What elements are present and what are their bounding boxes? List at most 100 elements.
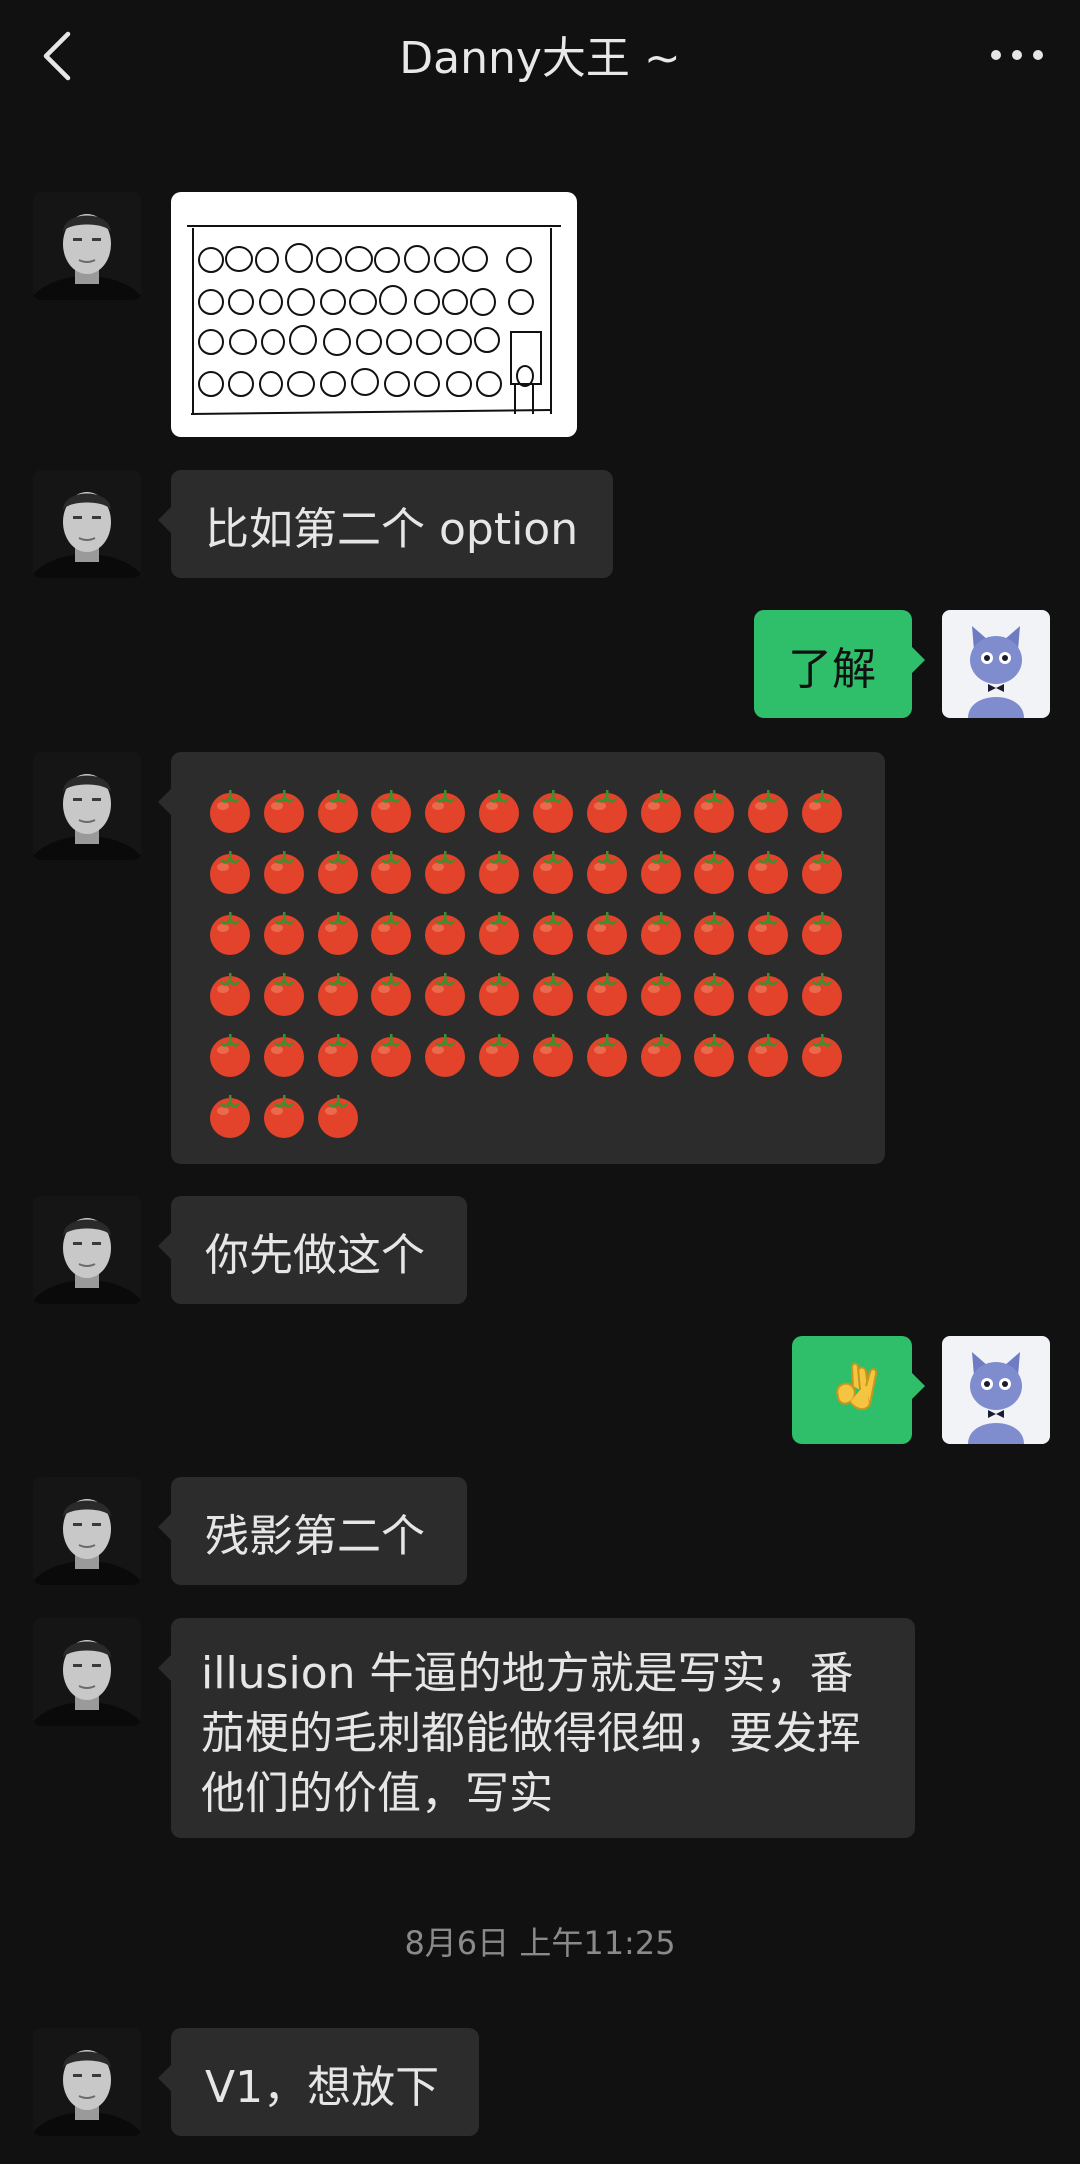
tomato-emoji xyxy=(205,908,259,962)
contact-avatar[interactable] xyxy=(33,192,141,300)
tomato-emoji xyxy=(474,969,528,1023)
tomato-emoji xyxy=(205,1091,259,1145)
tomato-emoji xyxy=(366,1030,420,1084)
tomato-emoji xyxy=(210,912,250,955)
tomato-emoji xyxy=(371,1034,412,1077)
tomato-emoji xyxy=(205,786,259,840)
tomato-emoji xyxy=(586,973,627,1016)
message-bubble-incoming[interactable]: illusion 牛逼的地方就是写实，番茄梗的毛刺都能做得很细，要发挥他们的价值… xyxy=(158,1618,915,1838)
tomato-emoji xyxy=(797,969,851,1023)
tomato-emoji xyxy=(205,847,259,901)
contact-avatar[interactable] xyxy=(33,1618,141,1726)
more-options-button[interactable] xyxy=(982,30,1052,80)
tomato-emoji xyxy=(425,790,466,833)
message-bubble-incoming[interactable]: 残影第二个 xyxy=(158,1477,467,1585)
message-text: 比如第二个 option xyxy=(205,504,579,555)
tomato-emoji xyxy=(317,790,358,833)
chat-screen: Danny大王 ~ 比如第二个 option 了解 你先做这个 残影第二个 il… xyxy=(0,0,1080,2164)
tomato-emoji xyxy=(748,973,789,1016)
tomato-emoji xyxy=(532,912,573,955)
tomato-emoji xyxy=(748,851,789,894)
tomato-emoji xyxy=(743,847,797,901)
tomato-emoji xyxy=(210,973,250,1016)
tomato-emoji xyxy=(425,973,466,1016)
sketch-image-message[interactable] xyxy=(171,192,577,437)
tomato-emoji xyxy=(313,786,367,840)
contact-avatar[interactable] xyxy=(33,752,141,860)
contact-portrait xyxy=(33,752,141,860)
tomato-emoji xyxy=(420,908,474,962)
tomato-emoji xyxy=(586,790,627,833)
tomato-emoji xyxy=(425,1034,466,1077)
tomato-emoji xyxy=(532,851,573,894)
tomato-emoji xyxy=(371,973,412,1016)
message-bubble-incoming[interactable] xyxy=(158,752,885,1164)
contact-portrait xyxy=(33,470,141,578)
tomato-emoji xyxy=(205,969,259,1023)
message-bubble-incoming[interactable]: V1，想放下 xyxy=(158,2028,479,2136)
contact-portrait xyxy=(33,1618,141,1726)
contact-avatar[interactable] xyxy=(33,1196,141,1304)
tomato-emoji xyxy=(263,973,304,1016)
tomato-emoji xyxy=(205,1030,259,1084)
contact-avatar[interactable] xyxy=(33,2028,141,2136)
tomato-emoji xyxy=(313,908,367,962)
cat-avatar-icon xyxy=(942,1336,1050,1444)
tomato-emoji xyxy=(748,1034,789,1077)
tomato-emoji xyxy=(694,790,735,833)
message-bubble-incoming[interactable]: 你先做这个 xyxy=(158,1196,467,1304)
message-bubble-incoming[interactable]: 比如第二个 option xyxy=(158,470,613,578)
message-bubble-outgoing[interactable] xyxy=(792,1336,925,1444)
tomato-emoji xyxy=(479,1034,520,1077)
tomato-emoji xyxy=(694,1034,735,1077)
tomato-emoji xyxy=(586,851,627,894)
chat-title: Danny大王 ~ xyxy=(399,33,681,84)
tomato-emoji xyxy=(259,969,313,1023)
tomato-emoji xyxy=(474,908,528,962)
tomato-emoji xyxy=(366,908,420,962)
message-text: 残影第二个 xyxy=(205,1511,425,1562)
tomato-emoji xyxy=(317,851,358,894)
chat-header: Danny大王 ~ xyxy=(0,0,1080,110)
tomato-emoji xyxy=(263,851,304,894)
tomato-emoji xyxy=(586,1034,627,1077)
ok-hand-emoji xyxy=(836,1362,878,1410)
tomato-emoji xyxy=(802,1034,843,1077)
tomato-emoji xyxy=(636,786,690,840)
tomato-emoji xyxy=(802,851,843,894)
tomato-emoji xyxy=(420,1030,474,1084)
tomato-emoji xyxy=(532,1034,573,1077)
my-avatar[interactable] xyxy=(942,1336,1050,1444)
contact-portrait xyxy=(33,1196,141,1304)
tomato-emoji xyxy=(259,786,313,840)
tomato-emoji xyxy=(479,851,520,894)
tomato-emoji xyxy=(313,1030,367,1084)
tomato-emoji xyxy=(420,847,474,901)
tomato-emoji xyxy=(532,973,573,1016)
message-bubble-outgoing[interactable]: 了解 xyxy=(754,610,925,718)
tomato-emoji xyxy=(748,790,789,833)
contact-avatar[interactable] xyxy=(33,470,141,578)
tomato-emoji xyxy=(636,908,690,962)
tomato-emoji xyxy=(802,912,843,955)
tomato-emoji xyxy=(694,851,735,894)
tomato-emoji xyxy=(313,1091,367,1145)
tomato-emoji xyxy=(694,912,735,955)
tomato-row xyxy=(205,847,851,908)
sketch-drawing xyxy=(187,225,561,415)
tomato-emoji xyxy=(582,908,636,962)
tomato-emoji xyxy=(263,790,304,833)
tomato-emoji xyxy=(640,1034,681,1077)
tomato-emoji xyxy=(420,969,474,1023)
tomato-emoji xyxy=(743,969,797,1023)
tomato-emoji xyxy=(528,786,582,840)
my-avatar[interactable] xyxy=(942,610,1050,718)
tomato-emoji xyxy=(528,969,582,1023)
tomato-row xyxy=(205,786,851,847)
tomato-emoji xyxy=(636,969,690,1023)
more-dots-icon xyxy=(991,50,1043,60)
tomato-emoji xyxy=(317,1034,358,1077)
tomato-emoji xyxy=(479,790,520,833)
contact-avatar[interactable] xyxy=(33,1477,141,1585)
tomato-emoji xyxy=(528,847,582,901)
